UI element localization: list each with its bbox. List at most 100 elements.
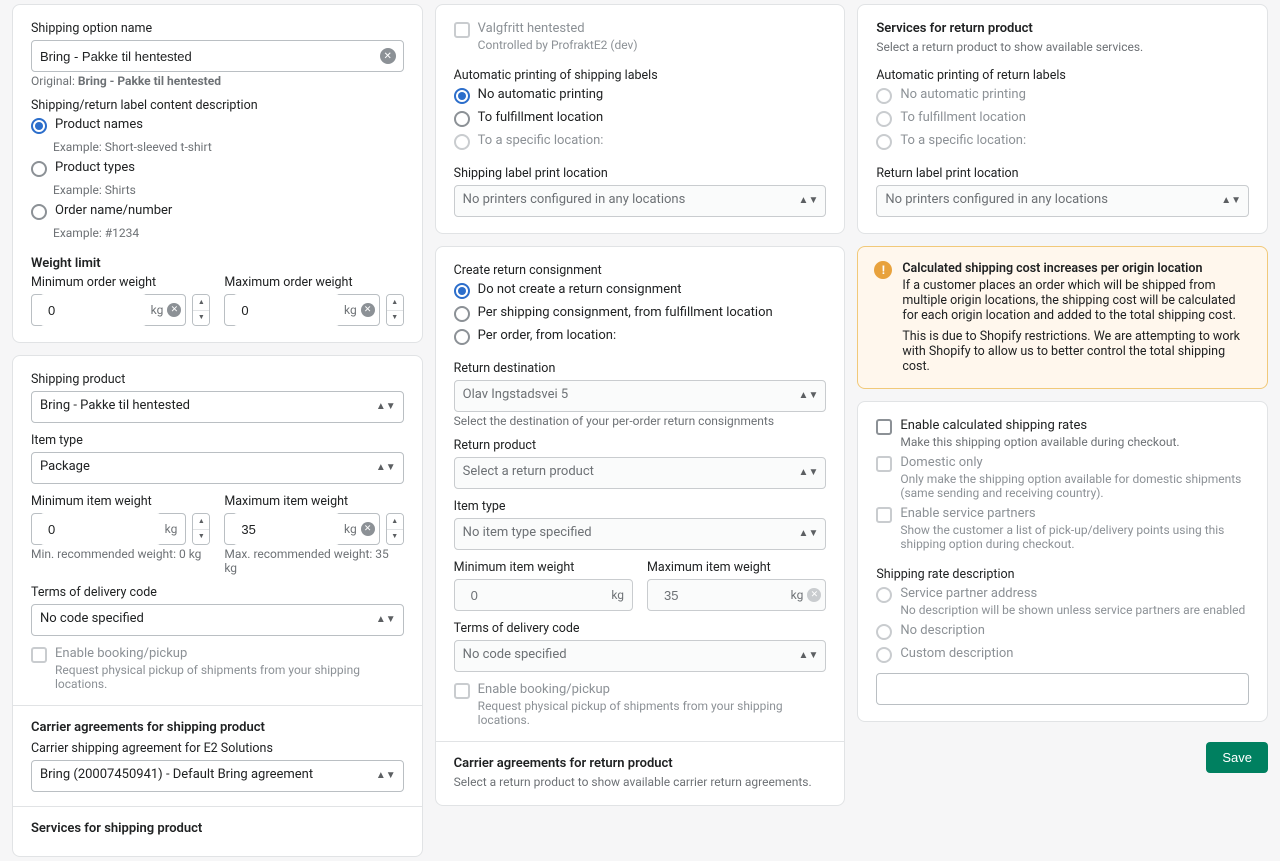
enable-calc-rates-checkbox[interactable]: Enable calculated shipping rates Make th… [876,418,1249,449]
carrier-agreements-title: Carrier agreements for shipping product [31,720,404,735]
terms-select[interactable]: No code specified [31,604,404,636]
carrier-agreement-select[interactable]: Bring (20007450941) - Default Bring agre… [31,760,404,792]
max-order-weight-label: Maximum order weight [224,275,403,290]
rate-desc-opt-partner: Service partner address No description w… [876,586,1249,617]
clear-icon[interactable]: ✕ [361,303,375,317]
max-order-weight-input[interactable]: kg ✕ [224,294,379,326]
radio-icon[interactable] [454,111,470,127]
carrier-return-title: Carrier agreements for return product [454,756,827,771]
enable-booking-checkbox[interactable]: Enable booking/pickup Request physical p… [31,646,404,691]
return-opt-per-shipping[interactable]: Per shipping consignment, from fulfillme… [454,305,827,322]
stepper[interactable]: ▲▼ [192,294,210,326]
item-type-label: Item type [31,433,404,448]
return-opt-none[interactable]: Do not create a return consignment [454,282,827,299]
min-order-weight-input[interactable]: kg ✕ [31,294,186,326]
valgfritt-checkbox: Valgfritt hentested Controlled by Profra… [454,21,827,52]
save-button[interactable]: Save [1206,742,1268,773]
min-order-weight-label: Minimum order weight [31,275,210,290]
service-partners-checkbox: Enable service partners Show the custome… [876,506,1249,551]
radio-icon[interactable] [454,283,470,299]
auto-print-ship-label: Automatic printing of shipping labels [454,68,827,83]
create-return-label: Create return consignment [454,263,827,278]
checkbox-icon [454,683,470,699]
return-item-type-select[interactable]: No item type specified [454,518,827,550]
return-print-opt-specific: To a specific location: [876,133,1249,150]
rate-desc-opt-custom: Custom description [876,646,1249,663]
item-type-select[interactable]: Package [31,452,404,484]
return-terms-label: Terms of delivery code [454,621,827,636]
shipping-product-select[interactable]: Bring - Pakke til hentested [31,391,404,423]
content-desc-label: Shipping/return label content descriptio… [31,98,404,113]
step-down-icon[interactable]: ▼ [193,311,209,326]
clear-icon[interactable]: ✕ [807,588,821,602]
checkbox-icon[interactable] [876,419,892,435]
return-min-weight-input[interactable]: kg [454,579,633,611]
return-max-weight-label: Maximum item weight [647,560,826,575]
step-up-icon[interactable]: ▲ [387,295,403,311]
stepper[interactable]: ▲▼ [192,513,210,545]
radio-icon [454,134,470,150]
return-dest-select[interactable]: Olav Ingstadsvei 5 [454,380,827,412]
radio-icon[interactable] [454,88,470,104]
domestic-only-checkbox: Domestic only Only make the shipping opt… [876,455,1249,500]
calc-rates-card: Enable calculated shipping rates Make th… [857,401,1268,722]
auto-print-opt-none[interactable]: No automatic printing [454,87,827,104]
shipping-option-card: Shipping option name ✕ Original: Bring -… [12,4,423,343]
shipping-option-name-input[interactable] [31,40,404,72]
return-consignment-card: Create return consignment Do not create … [435,246,846,806]
return-print-location-select[interactable]: No printers configured in any locations [876,185,1249,217]
radio-icon [876,587,892,603]
terms-label: Terms of delivery code [31,585,404,600]
min-item-weight-input[interactable]: kg [31,513,186,545]
return-product-label: Return product [454,438,827,453]
return-terms-select[interactable]: No code specified [454,640,827,672]
clear-icon[interactable]: ✕ [361,522,375,536]
step-up-icon[interactable]: ▲ [193,295,209,311]
shipping-option-name-label: Shipping option name [31,21,404,36]
shipping-product-label: Shipping product [31,372,404,387]
auto-print-return-label: Automatic printing of return labels [876,68,1249,83]
custom-description-input[interactable] [876,673,1249,705]
ship-print-location-label: Shipping label print location [454,166,827,181]
min-item-weight-label: Minimum item weight [31,494,210,509]
stepper[interactable]: ▲▼ [386,294,404,326]
rate-desc-opt-none: No description [876,623,1249,640]
weight-limit-title: Weight limit [31,256,404,271]
return-enable-booking-checkbox: Enable booking/pickup Request physical p… [454,682,827,727]
return-print-opt-fulfillment: To fulfillment location [876,110,1249,127]
return-opt-per-order[interactable]: Per order, from location: [454,328,827,345]
radio-icon[interactable] [454,329,470,345]
clear-icon[interactable]: ✕ [167,303,181,317]
checkbox-icon [454,22,470,38]
return-product-select[interactable]: Select a return product [454,457,827,489]
radio-icon [876,624,892,640]
return-min-weight-label: Minimum item weight [454,560,633,575]
auto-print-opt-fulfillment[interactable]: To fulfillment location [454,110,827,127]
radio-icon [876,111,892,127]
max-item-weight-input[interactable]: kg ✕ [224,513,379,545]
clear-icon[interactable]: ✕ [380,48,396,64]
return-print-opt-none: No automatic printing [876,87,1249,104]
radio-icon[interactable] [31,161,47,177]
return-dest-label: Return destination [454,361,827,376]
content-opt-product-types[interactable]: Product types [31,160,404,177]
return-print-location-label: Return label print location [876,166,1249,181]
content-opt-product-names[interactable]: Product names [31,117,404,134]
mid-top-card: Valgfritt hentested Controlled by Profra… [435,4,846,234]
ship-print-location-select[interactable]: No printers configured in any locations [454,185,827,217]
content-opt-order-number[interactable]: Order name/number [31,203,404,220]
auto-print-opt-specific: To a specific location: [454,133,827,150]
stepper[interactable]: ▲▼ [386,513,404,545]
rate-desc-label: Shipping rate description [876,567,1249,582]
radio-icon[interactable] [454,306,470,322]
radio-icon[interactable] [31,204,47,220]
radio-icon [876,134,892,150]
checkbox-icon[interactable] [31,647,47,663]
services-return-title: Services for return product [876,21,1249,36]
step-down-icon[interactable]: ▼ [387,311,403,326]
original-name: Original: Bring - Pakke til hentested [31,74,404,88]
radio-icon [876,88,892,104]
return-max-weight-input[interactable]: kg ✕ [647,579,826,611]
radio-icon[interactable] [31,118,47,134]
warning-icon: ! [874,261,892,279]
